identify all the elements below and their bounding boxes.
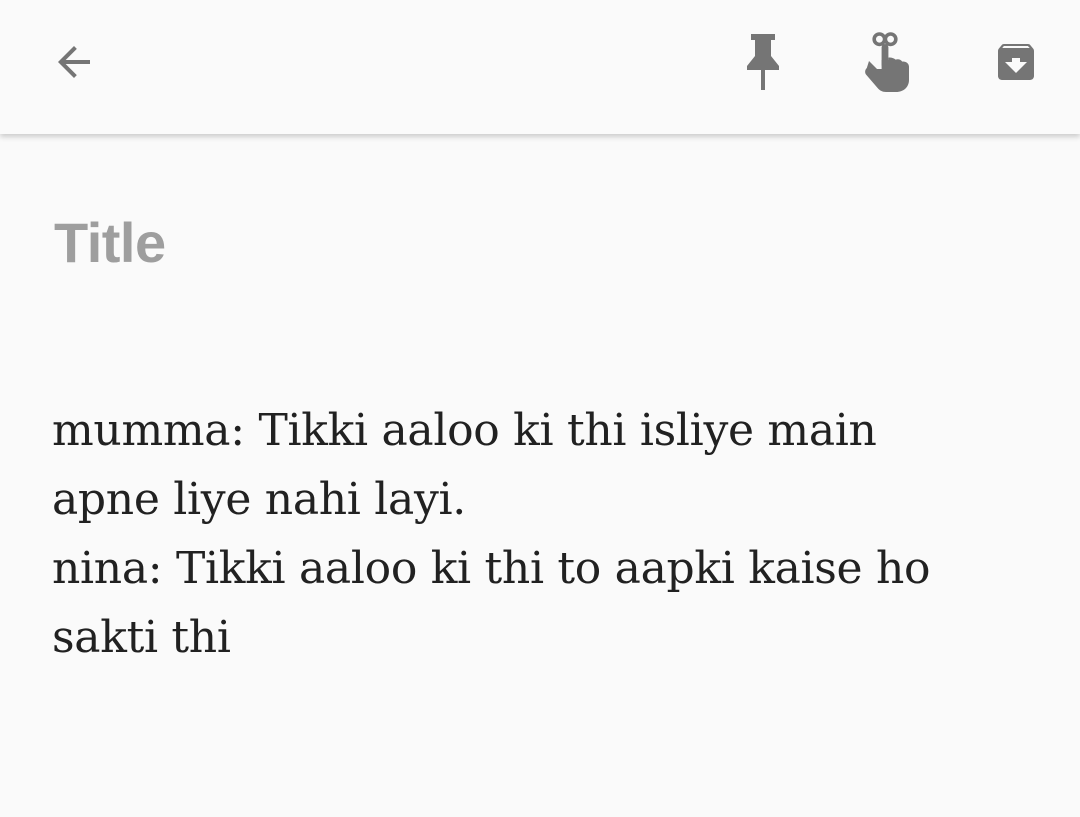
archive-button[interactable] (984, 30, 1048, 94)
reminder-finger-icon (865, 32, 909, 92)
archive-icon (998, 44, 1034, 80)
pin-button[interactable] (731, 30, 795, 94)
note-body-input[interactable]: mumma: Tikki aaloo ki thi isliye main ap… (52, 396, 1012, 672)
note-body-line: nina: Tikki aaloo ki thi to aapki kaise … (52, 543, 931, 594)
pin-icon (747, 34, 779, 90)
note-title-input[interactable]: Title (54, 208, 1024, 278)
top-app-bar (0, 0, 1080, 134)
note-body-line: apne liye nahi layi. (52, 474, 466, 525)
arrow-left-icon (58, 46, 90, 78)
note-body-line: mumma: Tikki aaloo ki thi isliye main (52, 405, 877, 456)
note-editor: Title mumma: Tikki aaloo ki thi isliye m… (0, 134, 1080, 817)
note-body-line: sakti thi (52, 612, 231, 663)
reminder-button[interactable] (855, 30, 919, 94)
back-button[interactable] (42, 30, 106, 94)
